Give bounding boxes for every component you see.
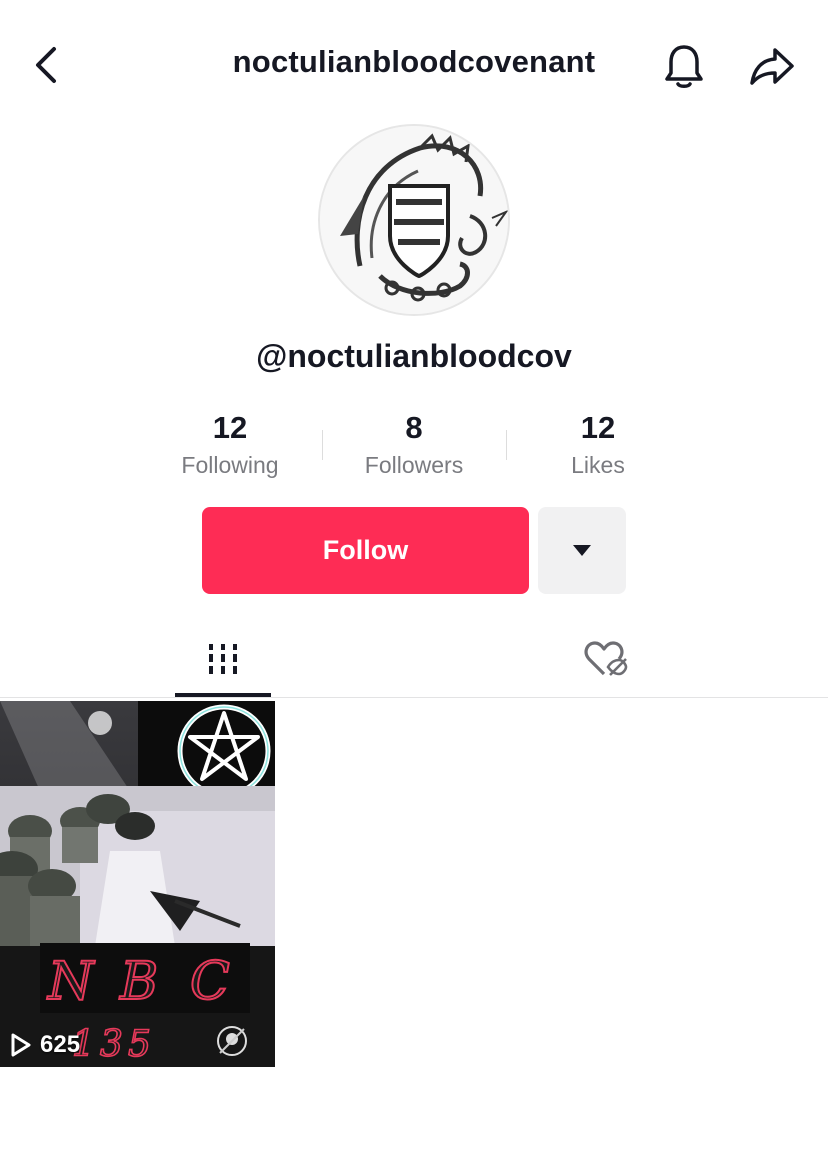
svg-text:C: C: [190, 952, 230, 1012]
video-view-count: 625: [10, 1031, 80, 1059]
profile-tabs: [0, 620, 828, 698]
tab-liked[interactable]: [558, 620, 654, 697]
suggested-accounts-button[interactable]: [538, 507, 626, 594]
video-thumbnail[interactable]: N B C 1 3 5 625: [0, 701, 275, 1067]
profile-stats: 12 Following 8 Followers 12 Likes: [138, 406, 690, 488]
bell-icon: [665, 45, 703, 88]
stat-following-count: 12: [212, 410, 248, 445]
active-tab-indicator: [175, 693, 271, 697]
video-view-count-text: 625: [40, 1031, 81, 1058]
svg-text:3: 3: [100, 1024, 123, 1065]
avatar[interactable]: [318, 124, 510, 316]
follow-button[interactable]: Follow: [202, 507, 529, 594]
stat-likes-label: Likes: [571, 452, 625, 478]
stat-followers[interactable]: 8 Followers: [322, 406, 506, 480]
svg-text:B: B: [119, 952, 158, 1012]
top-bar: noctulianbloodcovenant: [0, 0, 828, 130]
stat-following-label: Following: [181, 452, 279, 478]
share-button[interactable]: [746, 40, 798, 92]
tab-videos[interactable]: [175, 620, 271, 697]
stat-following[interactable]: 12 Following: [138, 406, 322, 480]
svg-text:5: 5: [128, 1024, 151, 1065]
profile-username: @noctulianbloodcov: [256, 338, 572, 374]
stat-likes-count: 12: [580, 410, 616, 445]
stat-followers-label: Followers: [364, 452, 464, 478]
share-arrow-icon: [750, 48, 794, 85]
play-outline-icon: [11, 1033, 31, 1057]
grid-bars-icon: [209, 643, 237, 674]
video-thumbnail-image: N B C 1 3 5: [0, 701, 275, 1067]
caret-down-icon: [573, 544, 591, 556]
notification-bell-button[interactable]: [658, 40, 710, 92]
dragon-crest-avatar: [320, 126, 508, 314]
svg-text:N: N: [46, 952, 95, 1012]
stat-followers-count: 8: [405, 410, 423, 445]
stat-likes[interactable]: 12 Likes: [506, 406, 690, 480]
heart-hidden-icon: [584, 640, 628, 676]
